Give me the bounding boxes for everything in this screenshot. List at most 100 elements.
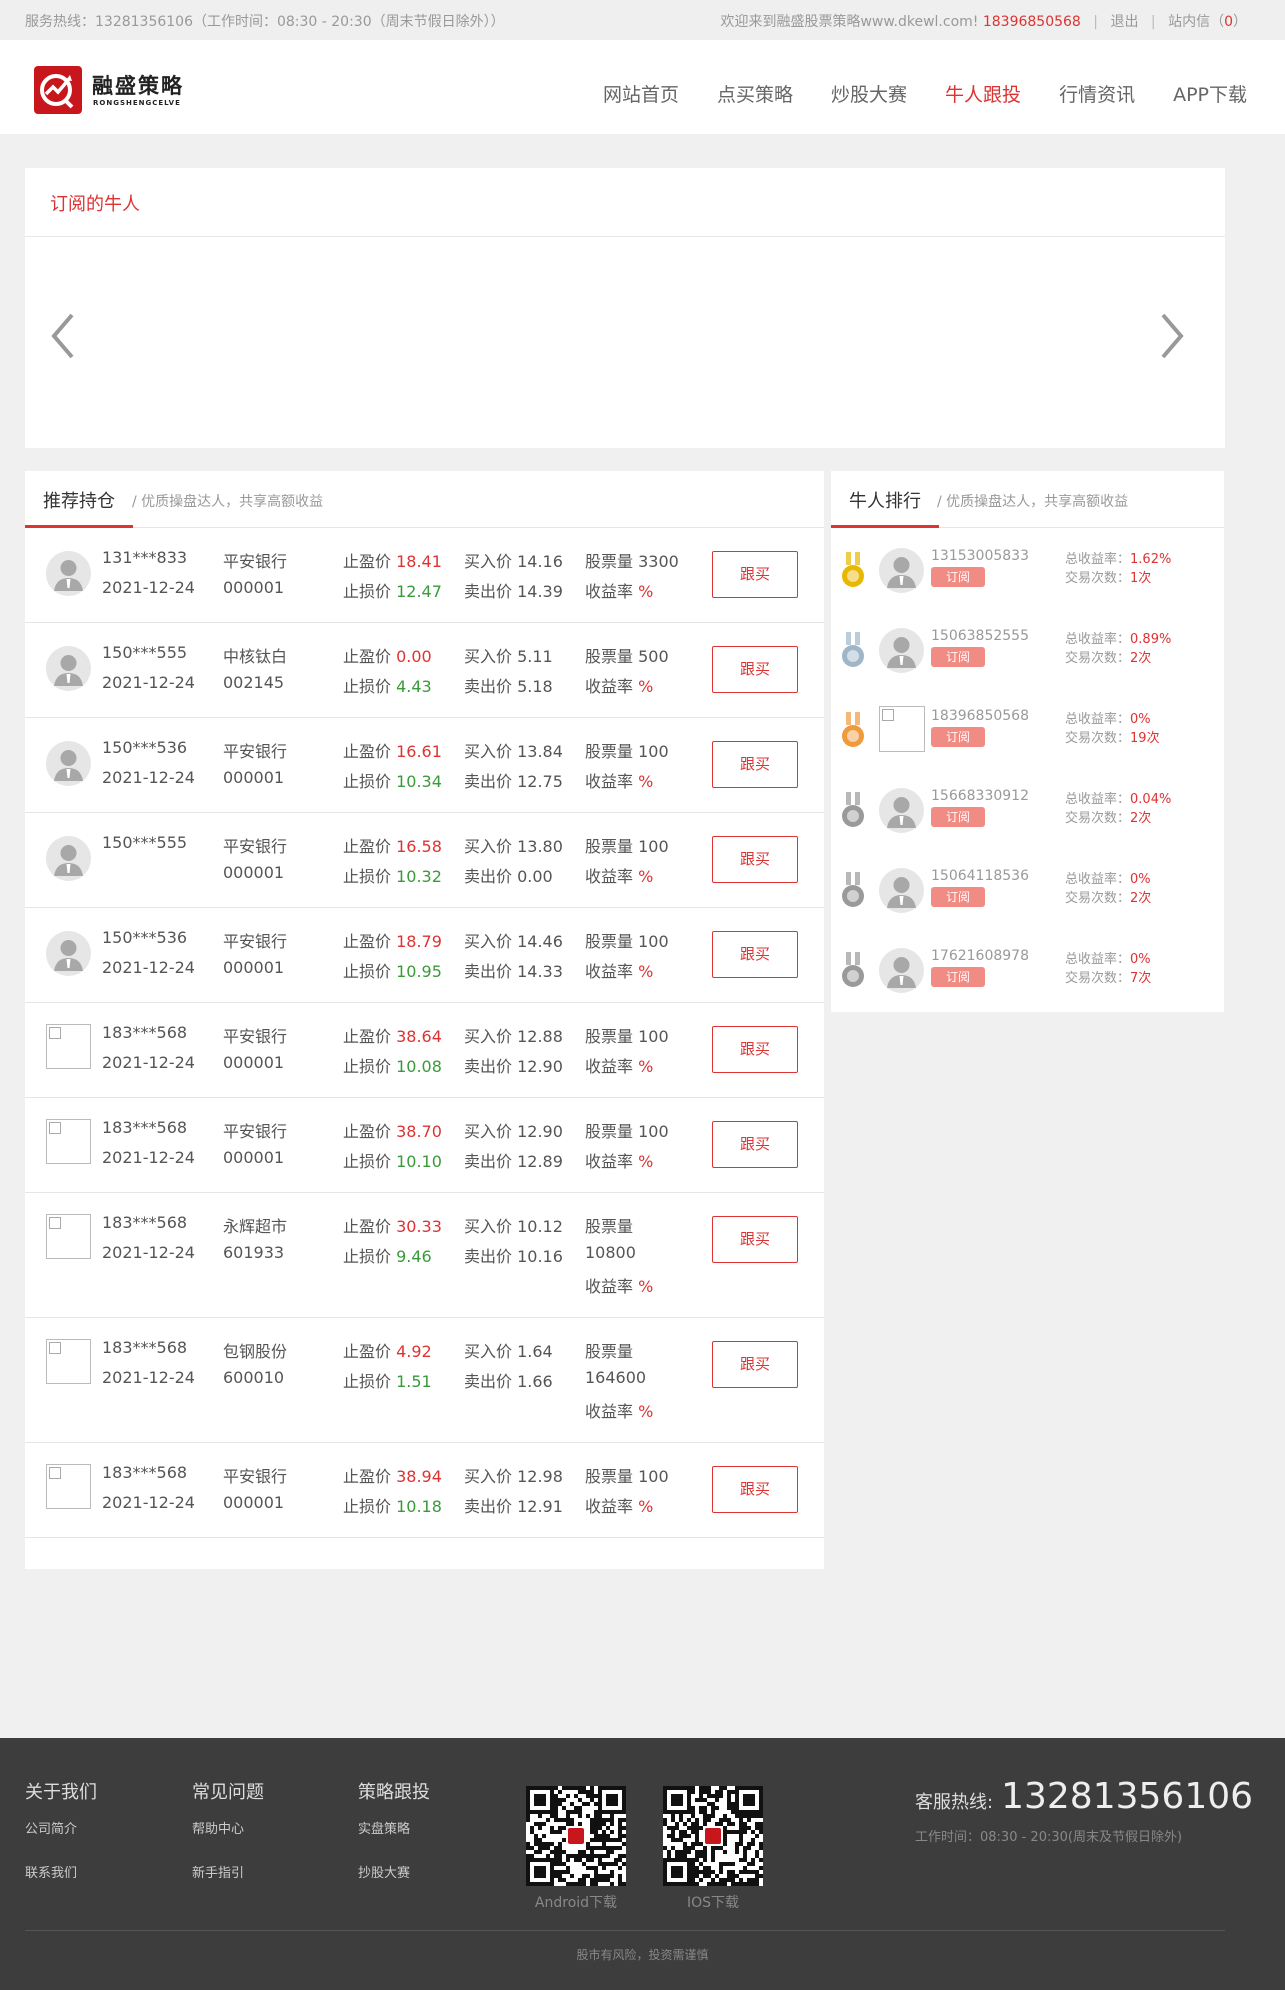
row-stop-loss: 止损价 1.51 bbox=[343, 1368, 432, 1392]
stop-loss-value: 10.32 bbox=[396, 867, 442, 886]
yield-label: 收益率 bbox=[585, 1277, 634, 1296]
ranking-panel: 牛人排行 / 优质操盘达人，共享高额收益 13153005833 订阅 总收益率：1… bbox=[831, 471, 1224, 1012]
take-profit-label: 止盈价 bbox=[343, 1027, 392, 1046]
ranking-item[interactable]: 18396850568 订阅 总收益率：0% 交易次数：19次 bbox=[831, 690, 1224, 770]
row-stop-loss: 止损价 10.10 bbox=[343, 1148, 442, 1172]
buy-price-label: 买入价 bbox=[464, 1342, 513, 1361]
qr-android-label[interactable]: Android下载 bbox=[526, 1892, 626, 1912]
footer-col-0: 关于我们 公司简介 联系我们 bbox=[25, 1778, 97, 1881]
trade-count-label: 交易次数： bbox=[1065, 571, 1131, 586]
nav-item-0[interactable]: 网站首页 bbox=[603, 80, 679, 107]
ranking-item[interactable]: 15668330912 订阅 总收益率：0.04% 交易次数：2次 bbox=[831, 770, 1224, 850]
qr-android-icon bbox=[526, 1786, 626, 1886]
row-take-profit: 止盈价 38.64 bbox=[343, 1023, 442, 1047]
row-buy-price: 买入价 12.90 bbox=[464, 1118, 563, 1142]
subscribe-button[interactable]: 订阅 bbox=[931, 967, 985, 987]
sell-price-value: 12.89 bbox=[517, 1152, 563, 1171]
footer-link[interactable]: 抄股大赛 bbox=[358, 1862, 410, 1881]
sell-price-value: 14.39 bbox=[517, 582, 563, 601]
ranking-item[interactable]: 15063852555 订阅 总收益率：0.89% 交易次数：2次 bbox=[831, 610, 1224, 690]
user-phone-link[interactable]: 18396850568 bbox=[983, 14, 1081, 30]
row-stop-loss: 止损价 9.46 bbox=[343, 1243, 432, 1267]
ranking-title: 牛人排行 bbox=[849, 491, 921, 512]
follow-buy-button[interactable]: 跟买 bbox=[712, 1216, 798, 1263]
take-profit-value: 18.79 bbox=[396, 932, 442, 951]
footer-link[interactable]: 联系我们 bbox=[25, 1862, 77, 1881]
follow-buy-button[interactable]: 跟买 bbox=[712, 836, 798, 883]
sell-price-label: 卖出价 bbox=[464, 772, 513, 791]
footer-link[interactable]: 新手指引 bbox=[192, 1862, 244, 1881]
shares-label: 股票量 bbox=[585, 932, 634, 951]
total-yield-label: 总收益率： bbox=[1065, 792, 1131, 807]
yield-label: 收益率 bbox=[585, 867, 634, 886]
sell-price-value: 12.90 bbox=[517, 1057, 563, 1076]
broken-image-icon bbox=[882, 709, 894, 721]
ranking-item[interactable]: 15064118536 订阅 总收益率：0% 交易次数：2次 bbox=[831, 850, 1224, 930]
row-shares: 股票量 3300 bbox=[585, 548, 679, 572]
sell-price-label: 卖出价 bbox=[464, 582, 513, 601]
row-user: 150***536 bbox=[102, 738, 188, 757]
nav-item-5[interactable]: APP下载 bbox=[1173, 80, 1247, 107]
logout-link[interactable]: 退出 bbox=[1110, 14, 1138, 30]
trader-phone: 15668330912 bbox=[931, 788, 1029, 804]
follow-buy-button[interactable]: 跟买 bbox=[712, 741, 798, 788]
subscribe-button[interactable]: 订阅 bbox=[931, 887, 985, 907]
footer-link[interactable]: 实盘策略 bbox=[358, 1818, 410, 1837]
avatar bbox=[46, 646, 91, 691]
row-take-profit: 止盈价 30.33 bbox=[343, 1213, 442, 1237]
follow-buy-button[interactable]: 跟买 bbox=[712, 1026, 798, 1073]
footer-link[interactable]: 公司简介 bbox=[25, 1818, 77, 1837]
messages-label: 站内信（ bbox=[1168, 14, 1225, 30]
subscribe-button[interactable]: 订阅 bbox=[931, 647, 985, 667]
avatar bbox=[46, 836, 91, 881]
yield-label: 收益率 bbox=[585, 1497, 634, 1516]
follow-buy-button[interactable]: 跟买 bbox=[712, 646, 798, 693]
take-profit-value: 16.61 bbox=[396, 742, 442, 761]
avatar bbox=[46, 741, 91, 786]
messages-link[interactable]: 站内信（0） bbox=[1168, 14, 1247, 30]
row-stock-name: 永辉超市 bbox=[223, 1217, 288, 1236]
footer-link[interactable]: 帮助中心 bbox=[192, 1818, 244, 1837]
subscribe-button[interactable]: 订阅 bbox=[931, 727, 985, 747]
shares-value: 164600 bbox=[585, 1368, 647, 1387]
follow-buy-button[interactable]: 跟买 bbox=[712, 931, 798, 978]
trade-count-unit: 次 bbox=[1138, 971, 1152, 986]
trader-phone: 13153005833 bbox=[931, 548, 1029, 564]
row-take-profit: 止盈价 38.94 bbox=[343, 1463, 442, 1487]
follow-buy-button[interactable]: 跟买 bbox=[712, 1466, 798, 1513]
stop-loss-value: 10.08 bbox=[396, 1057, 442, 1076]
nav-item-3[interactable]: 牛人跟投 bbox=[945, 80, 1021, 107]
avatar bbox=[879, 788, 924, 833]
sell-price-label: 卖出价 bbox=[464, 1247, 513, 1266]
subscribe-button[interactable]: 订阅 bbox=[931, 807, 985, 827]
ranking-item[interactable]: 13153005833 订阅 总收益率：1.62% 交易次数：1次 bbox=[831, 530, 1224, 610]
row-shares: 股票量 100 bbox=[585, 738, 669, 762]
site-logo[interactable]: 融盛策略 RONGSHENGCELVE bbox=[34, 66, 189, 114]
follow-buy-button[interactable]: 跟买 bbox=[712, 551, 798, 598]
chevron-left-icon[interactable] bbox=[51, 313, 75, 363]
subscribe-button[interactable]: 订阅 bbox=[931, 567, 985, 587]
follow-buy-button[interactable]: 跟买 bbox=[712, 1341, 798, 1388]
ranking-item[interactable]: 17621608978 订阅 总收益率：0% 交易次数：7次 bbox=[831, 930, 1224, 1010]
row-shares: 股票量 100 bbox=[585, 1023, 669, 1047]
silver-medal-icon bbox=[841, 632, 865, 670]
top-bar: 服务热线：13281356106（工作时间：08:30 - 20:30（周末节假… bbox=[0, 0, 1285, 40]
qr-ios-label[interactable]: IOS下载 bbox=[663, 1892, 763, 1912]
gray-medal-icon bbox=[841, 792, 865, 830]
total-yield: 总收益率：0% bbox=[1065, 948, 1151, 967]
take-profit-value: 16.58 bbox=[396, 837, 442, 856]
table-row: 150***555 平安银行 000001 止盈价 16.58 止损价 10.32 买入价… bbox=[25, 813, 824, 908]
take-profit-label: 止盈价 bbox=[343, 647, 392, 666]
recommended-holdings-panel: 推荐持仓 / 优质操盘达人，共享高额收益 131***833 2021-12-24… bbox=[25, 471, 824, 1569]
total-yield: 总收益率：0.89% bbox=[1065, 628, 1171, 647]
nav-item-4[interactable]: 行情资讯 bbox=[1059, 80, 1135, 107]
nav-item-1[interactable]: 点买策略 bbox=[717, 80, 793, 107]
nav-item-2[interactable]: 炒股大赛 bbox=[831, 80, 907, 107]
chevron-right-icon[interactable] bbox=[1160, 313, 1184, 363]
follow-buy-button[interactable]: 跟买 bbox=[712, 1121, 798, 1168]
row-stock-code: 000001 bbox=[223, 1148, 285, 1167]
buy-price-label: 买入价 bbox=[464, 647, 513, 666]
ranking-list: 13153005833 订阅 总收益率：1.62% 交易次数：1次 1506385255… bbox=[831, 528, 1224, 1010]
row-stock-code: 600010 bbox=[223, 1368, 285, 1387]
holdings-header: 推荐持仓 / 优质操盘达人，共享高额收益 bbox=[25, 471, 824, 528]
